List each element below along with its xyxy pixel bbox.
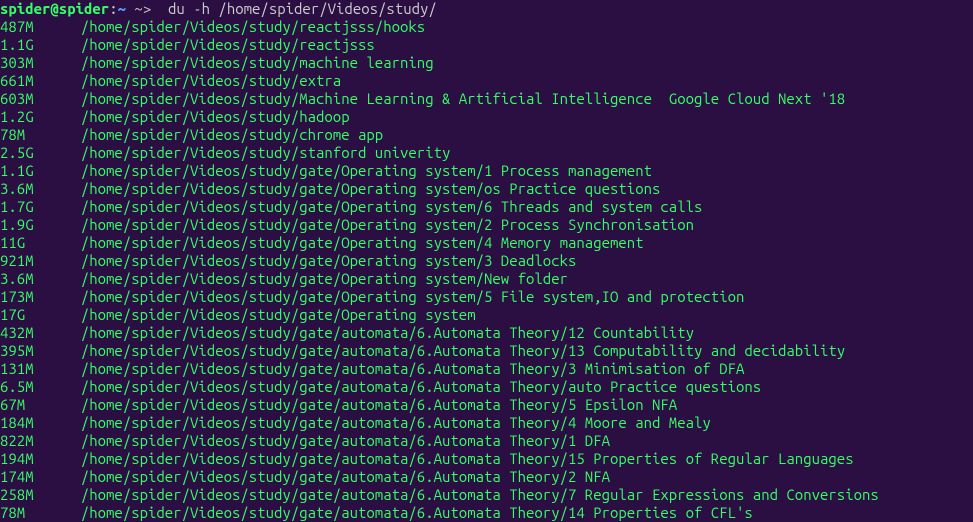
size-value: 11G: [0, 234, 64, 252]
output-line: 194M /home/spider/Videos/study/gate/auto…: [0, 450, 973, 468]
output-line: 487M /home/spider/Videos/study/reactjsss…: [0, 18, 973, 36]
size-value: 921M: [0, 252, 64, 270]
path-value: /home/spider/Videos/study/gate/automata/…: [64, 378, 761, 395]
path-value: /home/spider/Videos/study/extra: [64, 72, 341, 89]
path-value: /home/spider/Videos/study/gate/Operating…: [64, 198, 702, 215]
path-value: /home/spider/Videos/study/gate/Operating…: [64, 270, 568, 287]
output-line: 174M /home/spider/Videos/study/gate/auto…: [0, 468, 973, 486]
size-value: 173M: [0, 288, 64, 306]
path-value: /home/spider/Videos/study/stanford unive…: [64, 144, 450, 161]
output-line: 395M /home/spider/Videos/study/gate/auto…: [0, 342, 973, 360]
path-value: /home/spider/Videos/study/gate/automata/…: [64, 468, 610, 485]
output-line: 1.1G /home/spider/Videos/study/gate/Oper…: [0, 162, 973, 180]
path-value: /home/spider/Videos/study/gate/automata/…: [64, 432, 610, 449]
size-value: 258M: [0, 486, 64, 504]
output-line: 11G /home/spider/Videos/study/gate/Opera…: [0, 234, 973, 252]
output-line: 17G /home/spider/Videos/study/gate/Opera…: [0, 306, 973, 324]
output-line: 2.5G /home/spider/Videos/study/stanford …: [0, 144, 973, 162]
size-value: 1.7G: [0, 198, 64, 216]
path-value: /home/spider/Videos/study/gate/Operating…: [64, 162, 652, 179]
separator: :: [109, 0, 117, 17]
path-value: /home/spider/Videos/study/gate/automata/…: [64, 342, 845, 359]
path-value: /home/spider/Videos/study/gate/automata/…: [64, 396, 677, 413]
user-host: spider@spider: [0, 0, 109, 17]
path-value: /home/spider/Videos/study/gate/automata/…: [64, 324, 694, 341]
output-line: 258M /home/spider/Videos/study/gate/auto…: [0, 486, 973, 504]
output-line: 1.1G /home/spider/Videos/study/reactjsss: [0, 36, 973, 54]
size-value: 1.1G: [0, 162, 64, 180]
output-line: 303M /home/spider/Videos/study/machine l…: [0, 54, 973, 72]
size-value: 432M: [0, 324, 64, 342]
size-value: 194M: [0, 450, 64, 468]
path-value: /home/spider/Videos/study/gate/Operating…: [64, 234, 644, 251]
prompt-symbol: ~>: [126, 0, 168, 17]
path-value: /home/spider/Videos/study/gate/automata/…: [64, 450, 854, 467]
path-value: /home/spider/Videos/study/gate/automata/…: [64, 414, 711, 431]
size-value: 661M: [0, 72, 64, 90]
size-value: 487M: [0, 18, 64, 36]
size-value: 1.9G: [0, 216, 64, 234]
size-value: 1.1G: [0, 36, 64, 54]
output-line: 661M /home/spider/Videos/study/extra: [0, 72, 973, 90]
output-line: 78M /home/spider/Videos/study/gate/autom…: [0, 504, 973, 522]
output-line: 6.5M /home/spider/Videos/study/gate/auto…: [0, 378, 973, 396]
size-value: 78M: [0, 504, 64, 522]
path-value: /home/spider/Videos/study/chrome app: [64, 126, 383, 143]
output-line: 432M /home/spider/Videos/study/gate/auto…: [0, 324, 973, 342]
size-value: 3.6M: [0, 270, 64, 288]
size-value: 17G: [0, 306, 64, 324]
prompt-line: spider@spider:~ ~> du -h /home/spider/Vi…: [0, 0, 973, 18]
output-line: 603M /home/spider/Videos/study/Machine L…: [0, 90, 973, 108]
path-value: /home/spider/Videos/study/reactjsss: [64, 36, 375, 53]
output-line: 822M /home/spider/Videos/study/gate/auto…: [0, 432, 973, 450]
output-line: 1.2G /home/spider/Videos/study/hadoop: [0, 108, 973, 126]
size-value: 174M: [0, 468, 64, 486]
path-value: /home/spider/Videos/study/reactjsss/hook…: [64, 18, 425, 35]
size-value: 1.2G: [0, 108, 64, 126]
size-value: 395M: [0, 342, 64, 360]
output-line: 67M /home/spider/Videos/study/gate/autom…: [0, 396, 973, 414]
output-area: 487M /home/spider/Videos/study/reactjsss…: [0, 18, 973, 522]
size-value: 131M: [0, 360, 64, 378]
size-value: 2.5G: [0, 144, 64, 162]
size-value: 78M: [0, 126, 64, 144]
path-value: /home/spider/Videos/study/gate/Operating…: [64, 252, 576, 269]
output-line: 184M /home/spider/Videos/study/gate/auto…: [0, 414, 973, 432]
path-value: /home/spider/Videos/study/gate/Operating…: [64, 306, 476, 323]
size-value: 184M: [0, 414, 64, 432]
path-value: /home/spider/Videos/study/gate/automata/…: [64, 360, 744, 377]
output-line: 3.6M /home/spider/Videos/study/gate/Oper…: [0, 270, 973, 288]
output-line: 921M /home/spider/Videos/study/gate/Oper…: [0, 252, 973, 270]
cwd-tilde: ~: [118, 0, 126, 17]
path-value: /home/spider/Videos/study/gate/Operating…: [64, 288, 744, 305]
output-line: 1.7G /home/spider/Videos/study/gate/Oper…: [0, 198, 973, 216]
path-value: /home/spider/Videos/study/Machine Learni…: [64, 90, 845, 107]
size-value: 822M: [0, 432, 64, 450]
size-value: 603M: [0, 90, 64, 108]
terminal[interactable]: spider@spider:~ ~> du -h /home/spider/Vi…: [0, 0, 973, 522]
path-value: /home/spider/Videos/study/gate/automata/…: [64, 486, 879, 503]
size-value: 3.6M: [0, 180, 64, 198]
output-line: 173M /home/spider/Videos/study/gate/Oper…: [0, 288, 973, 306]
output-line: 3.6M /home/spider/Videos/study/gate/Oper…: [0, 180, 973, 198]
path-value: /home/spider/Videos/study/machine learni…: [64, 54, 434, 71]
command-text: du -h /home/spider/Videos/study/: [168, 0, 437, 17]
output-line: 1.9G /home/spider/Videos/study/gate/Oper…: [0, 216, 973, 234]
size-value: 303M: [0, 54, 64, 72]
path-value: /home/spider/Videos/study/hadoop: [64, 108, 350, 125]
size-value: 67M: [0, 396, 64, 414]
output-line: 78M /home/spider/Videos/study/chrome app: [0, 126, 973, 144]
size-value: 6.5M: [0, 378, 64, 396]
path-value: /home/spider/Videos/study/gate/Operating…: [64, 216, 694, 233]
output-line: 131M /home/spider/Videos/study/gate/auto…: [0, 360, 973, 378]
path-value: /home/spider/Videos/study/gate/Operating…: [64, 180, 660, 197]
path-value: /home/spider/Videos/study/gate/automata/…: [64, 504, 753, 521]
